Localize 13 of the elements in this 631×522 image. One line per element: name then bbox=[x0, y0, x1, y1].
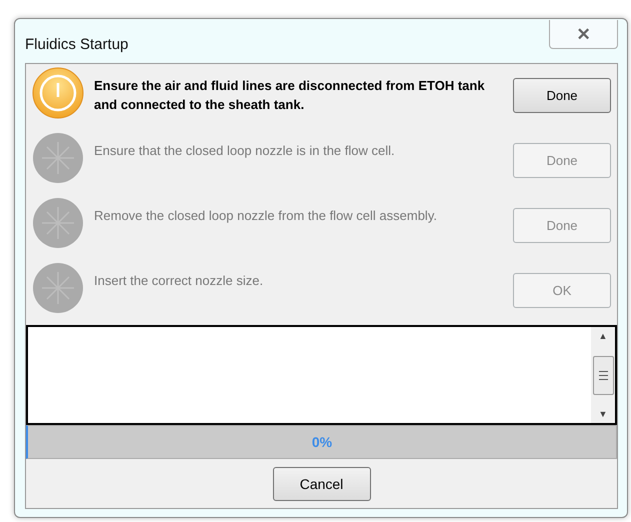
close-button[interactable]: ✕ bbox=[549, 20, 618, 49]
step-instruction: Remove the closed loop nozzle from the flow cell assembly. bbox=[94, 207, 438, 225]
cancel-button[interactable]: Cancel bbox=[272, 466, 370, 500]
step-instruction: Insert the correct nozzle size. bbox=[94, 272, 264, 290]
window-title: Fluidics Startup bbox=[25, 36, 128, 52]
step-instruction: Ensure the air and fluid lines are disconnected from ETOH tank and connected to the sheath tank. bbox=[94, 77, 486, 114]
scroll-up-button[interactable]: ▲ bbox=[598, 331, 608, 341]
step-button[interactable]: Done bbox=[513, 78, 611, 113]
progress-percent: 0% bbox=[312, 434, 332, 450]
scroll-thumb[interactable] bbox=[592, 356, 614, 394]
scrollbar[interactable]: ▲ ▼ bbox=[591, 327, 615, 423]
step-instruction: Ensure that the closed loop nozzle is in the flow cell. bbox=[94, 142, 396, 160]
scroll-down-button[interactable]: ▼ bbox=[598, 409, 608, 419]
